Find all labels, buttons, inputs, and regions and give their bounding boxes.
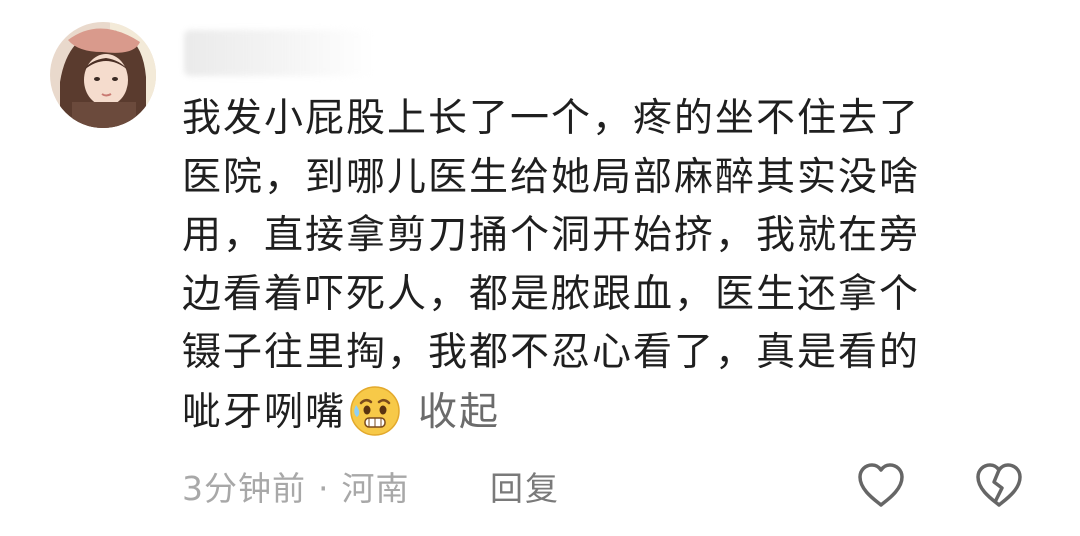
comment-location: 河南 <box>341 469 410 508</box>
comment-line: 我发小屁股上长了一个，疼的坐不住去了 <box>182 96 921 141</box>
comment-line-text: 呲牙咧嘴 <box>182 389 347 435</box>
like-button[interactable] <box>855 460 907 510</box>
comment-line: 边看着吓死人，都是脓跟血，医生还拿个 <box>182 271 921 317</box>
comment-time: 3分钟前 <box>182 469 306 508</box>
broken-heart-icon <box>976 463 1022 507</box>
reply-button[interactable]: 回复 <box>490 462 560 510</box>
comment-line: 医院，到哪儿医生给她局部麻醉其实没啥 <box>182 154 921 200</box>
username-blurred[interactable] <box>184 30 374 76</box>
avatar[interactable] <box>50 22 156 128</box>
comment-item: 我发小屁股上长了一个，疼的坐不住去了 医院，到哪儿医生给她局部麻醉其实没啥 用，… <box>0 0 1080 536</box>
dislike-button[interactable] <box>973 460 1025 510</box>
comment-content: 我发小屁股上长了一个，疼的坐不住去了 医院，到哪儿医生给她局部麻醉其实没啥 用，… <box>182 90 1042 442</box>
comment-meta: 3分钟前 · 河南 <box>182 462 410 510</box>
comment-line: 用，直接拿剪刀捅个洞开始挤，我就在旁 <box>182 213 921 258</box>
avatar-image <box>50 22 156 128</box>
heart-outline-icon <box>858 463 904 507</box>
sweating-face-emoji-icon <box>348 383 402 437</box>
collapse-button[interactable]: 收起 <box>418 390 500 435</box>
comment-line: 镊子往里掏，我都不忍心看了，真是看的 <box>182 330 921 375</box>
meta-separator: · <box>318 469 330 508</box>
comment-last-line: 呲牙咧嘴 收起 <box>182 383 1042 443</box>
